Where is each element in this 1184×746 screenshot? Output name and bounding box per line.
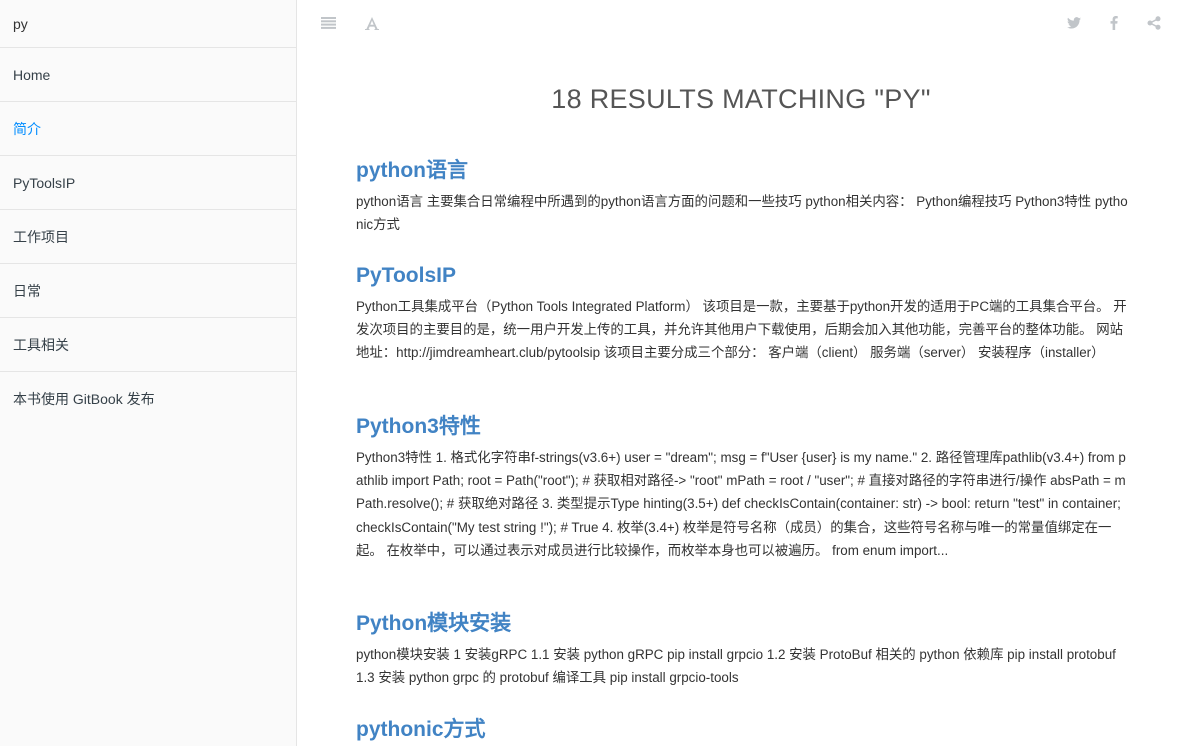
- result-title-link[interactable]: Python3特性: [356, 412, 1128, 442]
- sidebar-item-intro[interactable]: 简介: [0, 102, 296, 156]
- search-result: Python3特性 Python3特性 1. 格式化字符串f-strings(v…: [356, 412, 1128, 562]
- results-title: 18 RESULTS MATCHING "PY": [551, 84, 931, 114]
- sidebar-item-daily[interactable]: 日常: [0, 264, 296, 318]
- toolbar: [298, 0, 1184, 46]
- result-snippet: python模块安装 1 安装gRPC 1.1 安装 python gRPC p…: [356, 647, 1116, 686]
- search-input[interactable]: [13, 15, 283, 32]
- result-title-link[interactable]: PyToolsIP: [356, 261, 1128, 291]
- search-result: python语言 python语言 主要集合日常编程中所遇到的python语言方…: [356, 156, 1128, 236]
- sidebar: Home 简介 PyToolsIP 工作项目 日常 工具相关 本书使用 GitB…: [0, 0, 297, 746]
- sidebar-item-tools[interactable]: 工具相关: [0, 318, 296, 372]
- sidebar-item-gitbook[interactable]: 本书使用 GitBook 发布: [0, 372, 296, 426]
- result-snippet: Python3特性 1. 格式化字符串f-strings(v3.6+) user…: [356, 450, 1126, 558]
- result-snippet: python语言 主要集合日常编程中所遇到的python语言方面的问题和一些技巧…: [356, 194, 1128, 233]
- sidebar-item-home[interactable]: Home: [0, 48, 296, 102]
- result-snippet: Python工具集成平台（Python Tools Integrated Pla…: [356, 299, 1127, 361]
- result-title-link[interactable]: python语言: [356, 156, 1128, 186]
- search-box: [0, 0, 296, 48]
- result-title-link[interactable]: pythonic方式: [356, 715, 1128, 745]
- search-result: Python模块安装 python模块安装 1 安装gRPC 1.1 安装 py…: [356, 609, 1128, 689]
- search-result: pythonic方式: [356, 715, 1128, 746]
- search-result: PyToolsIP Python工具集成平台（Python Tools Inte…: [356, 261, 1128, 365]
- facebook-icon[interactable]: [1104, 13, 1124, 33]
- main-content: 18 RESULTS MATCHING "PY" python语言 python…: [298, 0, 1184, 746]
- menu-icon[interactable]: [318, 13, 338, 33]
- result-title-link[interactable]: Python模块安装: [356, 609, 1128, 639]
- twitter-icon[interactable]: [1064, 13, 1084, 33]
- sidebar-item-pytoolsip[interactable]: PyToolsIP: [0, 156, 296, 210]
- sidebar-nav: Home 简介 PyToolsIP 工作项目 日常 工具相关 本书使用 GitB…: [0, 48, 296, 426]
- share-icon[interactable]: [1144, 13, 1164, 33]
- font-settings-icon[interactable]: [362, 13, 382, 33]
- sidebar-item-work-projects[interactable]: 工作项目: [0, 210, 296, 264]
